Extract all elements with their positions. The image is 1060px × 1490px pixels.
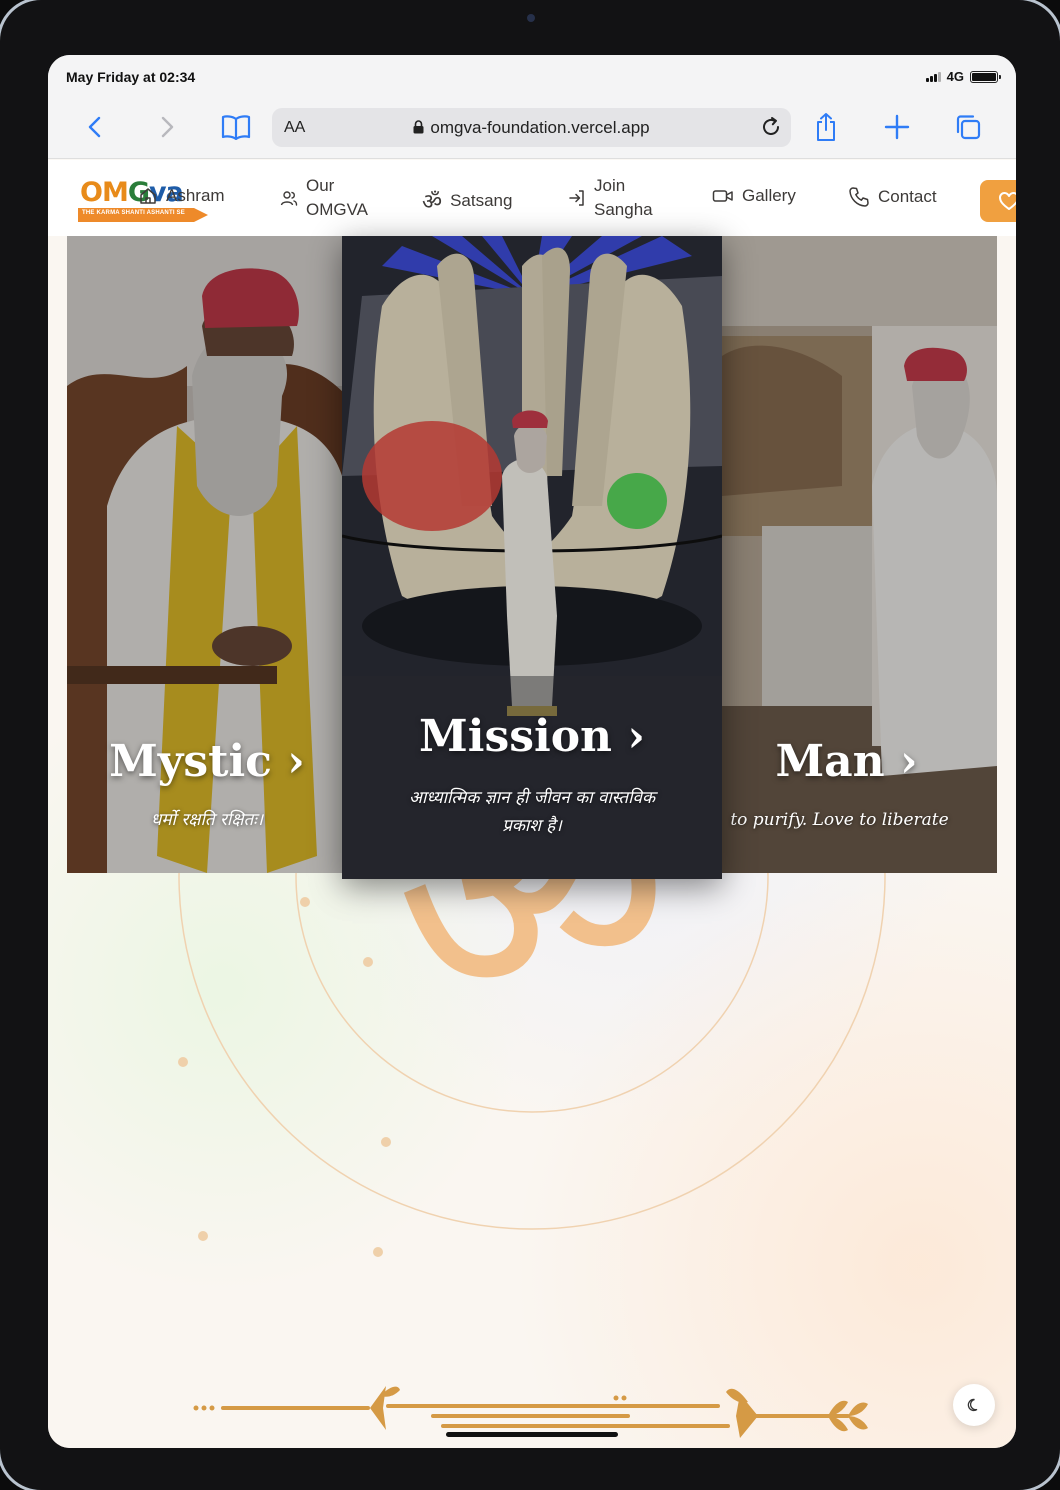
battery-icon xyxy=(970,70,1001,83)
phone-icon xyxy=(849,187,869,207)
browser-toolbar: AA omgva-foundation.vercel.app xyxy=(48,99,1016,159)
nav-item-join-sangha[interactable]: Join Sangha xyxy=(568,174,653,222)
nav-label-omgva: OMGVA xyxy=(306,200,369,219)
nav-label-satsang: Satsang xyxy=(450,191,513,210)
logo-tagline: THE KARMA SHANTI ASHANTI SE xyxy=(82,210,185,216)
heart-icon xyxy=(999,192,1016,210)
hero-card-mystic[interactable]: Mystic › धर्मो रक्षति रक्षितः। xyxy=(67,236,347,873)
nav-label-our: Our xyxy=(306,176,335,195)
nav-item-contact[interactable]: Contact xyxy=(848,186,937,208)
nav-label-sangha: Sangha xyxy=(594,200,653,219)
status-bar: May Friday at 02:34 4G xyxy=(48,55,1016,99)
lock-icon xyxy=(413,120,424,134)
tabs-icon[interactable] xyxy=(950,109,986,145)
nav-item-our-omgva[interactable]: Our OMGVA xyxy=(280,174,368,222)
nav-label-contact: Contact xyxy=(878,187,937,206)
card-title-mystic: Mystic › xyxy=(109,736,305,787)
nav-label-gallery: Gallery xyxy=(742,186,796,205)
back-icon[interactable] xyxy=(78,109,114,145)
users-icon xyxy=(280,191,298,206)
theme-toggle-button[interactable] xyxy=(953,1384,995,1426)
card-subtitle-mission-line1: आध्यात्मिक ज्ञान ही जीवन का वास्तविक xyxy=(408,788,656,808)
donate-button[interactable] xyxy=(980,180,1016,222)
hero-section: ॐ Mystic › धर्मो रक्षति रक्षितः। Man › t… xyxy=(48,236,1016,1448)
screen: May Friday at 02:34 4G AA omgva-foundati xyxy=(48,55,1016,1448)
video-icon xyxy=(712,190,733,202)
bookmarks-icon[interactable] xyxy=(218,109,254,145)
reload-icon[interactable] xyxy=(759,115,783,144)
front-camera xyxy=(527,14,535,22)
signal-icon xyxy=(925,71,941,82)
nav-label-join: Join xyxy=(594,176,626,195)
address-bar[interactable]: AA omgva-foundation.vercel.app xyxy=(272,108,791,147)
network-label: 4G xyxy=(946,69,964,84)
hero-card-man[interactable]: Man › to purify. Love to liberate xyxy=(722,236,997,873)
card-subtitle-mission: आध्यात्मिक ज्ञान ही जीवन का वास्तविक प्र… xyxy=(342,784,722,840)
mission-photo xyxy=(342,236,722,879)
card-title-mission: Mission › xyxy=(419,711,645,762)
home-indicator[interactable] xyxy=(446,1432,618,1437)
card-title-man: Man › xyxy=(775,736,918,787)
om-icon: ॐ xyxy=(422,190,443,215)
url-display: omgva-foundation.vercel.app xyxy=(272,118,791,138)
status-time: May Friday at 02:34 xyxy=(66,69,196,85)
site-navbar: OMGva THE KARMA SHANTI ASHANTI SE Ashram… xyxy=(48,160,1016,236)
share-icon[interactable] xyxy=(808,109,844,145)
nav-label-ashram: Ashram xyxy=(166,186,225,205)
nav-item-gallery[interactable]: Gallery xyxy=(712,186,796,206)
new-tab-icon[interactable] xyxy=(879,109,915,145)
card-subtitle-mystic: धर्मो रक्षति रक्षितः। xyxy=(150,810,264,830)
status-indicators: 4G xyxy=(925,69,1001,84)
login-icon xyxy=(569,190,584,206)
nav-item-ashram[interactable]: Ashram xyxy=(138,186,225,206)
url-text: omgva-foundation.vercel.app xyxy=(430,118,650,137)
moon-icon xyxy=(967,1398,978,1412)
home-icon xyxy=(140,188,156,204)
hero-card-mission[interactable]: Mission › आध्यात्मिक ज्ञान ही जीवन का वा… xyxy=(342,236,722,879)
nav-item-satsang[interactable]: ॐ Satsang xyxy=(422,186,512,216)
forward-icon[interactable] xyxy=(148,109,184,145)
card-subtitle-man: to purify. Love to liberate xyxy=(730,810,949,830)
card-subtitle-mission-line2: प्रकाश है। xyxy=(502,816,562,836)
tablet-device: May Friday at 02:34 4G AA omgva-foundati xyxy=(0,0,1060,1490)
